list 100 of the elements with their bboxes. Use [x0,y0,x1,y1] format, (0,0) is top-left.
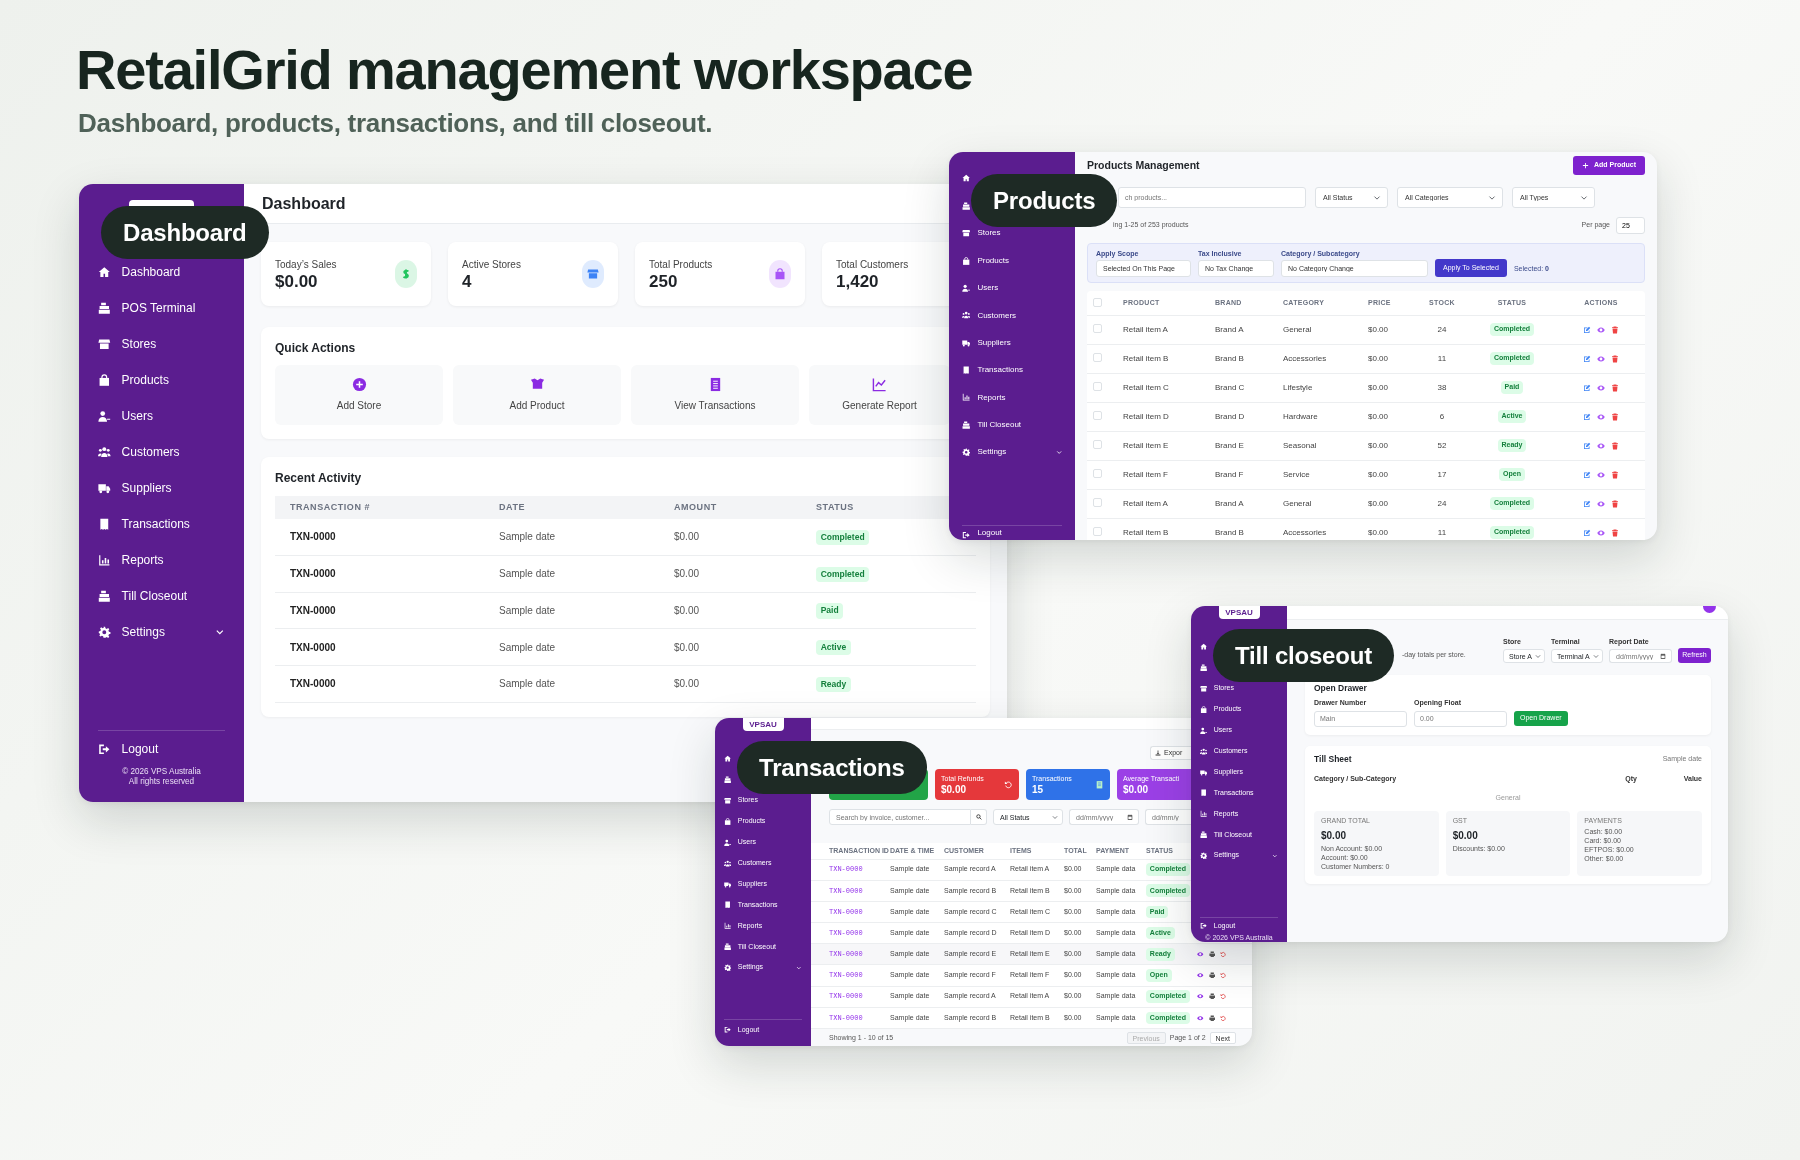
edit-icon[interactable] [1583,528,1591,537]
trash-icon[interactable] [1611,383,1619,392]
row-checkbox[interactable] [1093,323,1102,333]
sidebar-item[interactable]: Suppliers [98,476,225,500]
user-icon [961,284,971,293]
storefront-icon [98,337,111,351]
summary-value: $0.00 [1452,828,1479,843]
printer-icon[interactable] [1208,993,1215,1000]
view-icon[interactable] [1597,383,1605,392]
table-cell: General [1277,489,1362,518]
table-cell: TXN-0000 [275,628,484,666]
printer-icon[interactable] [1208,972,1215,979]
sidebar-item[interactable]: Suppliers [961,336,1063,349]
quick-action-button[interactable]: Add Product [453,365,621,426]
trash-icon[interactable] [1611,354,1619,363]
sidebar-item[interactable]: Reports [961,391,1063,404]
view-icon[interactable] [1597,499,1605,508]
trash-icon[interactable] [1611,441,1619,450]
bag-icon [961,256,971,265]
sidebar-item[interactable]: Customers [961,309,1063,322]
edit-icon[interactable] [1583,383,1591,392]
edit-icon[interactable] [1583,354,1591,363]
table-cell: $0.00 [659,628,801,666]
quick-action-button[interactable]: View Transactions [631,365,799,426]
sidebar-item[interactable]: Stores [98,332,225,356]
stat-value: $0.00 [941,784,968,796]
search-button[interactable] [971,809,987,825]
trash-icon[interactable] [1611,528,1619,537]
quick-action-button[interactable]: Add Store [275,365,443,426]
home-icon [1200,643,1208,651]
row-checkbox[interactable] [1093,497,1102,507]
row-checkbox[interactable] [1093,439,1102,449]
table-cell: Accessories [1277,518,1362,540]
sidebar-item[interactable]: Till Closeout [961,419,1063,432]
table-cell: TXN-0000 [275,592,484,629]
table-cell: 11 [1417,518,1467,540]
sidebar-item[interactable]: Settings [961,446,1063,459]
row-checkbox[interactable] [1093,410,1102,420]
sidebar-item[interactable]: Products [98,368,225,392]
settings-icon [1200,852,1208,860]
quick-action-button[interactable]: Generate Report [809,365,950,426]
undo-icon[interactable] [1220,972,1227,979]
view-icon[interactable] [1597,441,1605,450]
truck-icon [1200,768,1208,776]
sidebar-item[interactable]: Customers [98,440,225,464]
table-cell: Seasonal [1277,431,1362,460]
printer-icon[interactable] [1208,1014,1215,1022]
logout-link[interactable]: Logout [98,736,225,761]
truck-icon [98,481,111,495]
row-checkbox[interactable] [1093,468,1102,478]
edit-icon[interactable] [1583,470,1591,479]
bar-chart-icon [961,393,971,402]
sidebar-item[interactable]: Reports [98,548,225,572]
view-icon[interactable] [1597,325,1605,334]
view-icon[interactable] [1597,528,1605,537]
sidebar-item[interactable]: Stores [961,227,1063,240]
sidebar-item[interactable]: Dashboard [98,260,225,284]
printer-icon[interactable] [1208,951,1215,958]
edit-icon[interactable] [1583,499,1591,508]
trash-icon[interactable] [1611,325,1619,334]
sidebar-item[interactable]: Transactions [98,512,225,536]
edit-icon[interactable] [1583,412,1591,421]
view-icon[interactable] [1597,470,1605,479]
table-cell: $0.00 [1362,315,1417,344]
view-icon[interactable] [1197,1014,1204,1022]
sidebar-item[interactable]: Users [961,282,1063,295]
sidebar-item[interactable]: Users [98,404,225,428]
row-checkbox[interactable] [1093,352,1102,362]
sidebar-item[interactable]: Products [961,254,1063,267]
trash-icon[interactable] [1611,470,1619,479]
table-cell: 24 [1417,315,1467,344]
cash-register-icon [1200,664,1208,672]
view-icon[interactable] [1197,951,1204,958]
stat-label: Total Customers [836,257,909,272]
edit-icon[interactable] [1583,441,1591,450]
cash-register-icon [961,201,971,211]
row-checkbox[interactable] [1093,526,1102,536]
logout-link[interactable]: Logout [961,526,1063,540]
chevron-down-icon [796,964,802,971]
search-icon [975,814,982,820]
edit-icon[interactable] [1583,325,1591,334]
row-checkbox[interactable] [1093,381,1102,391]
table-cell: Brand A [1209,315,1277,344]
view-icon[interactable] [1597,354,1605,363]
select-all-checkbox[interactable] [1093,297,1102,307]
trash-icon[interactable] [1611,499,1619,508]
undo-icon[interactable] [1220,951,1227,958]
view-icon[interactable] [1197,972,1204,979]
sidebar-item[interactable]: Transactions [961,364,1063,377]
undo-icon[interactable] [1220,993,1227,1000]
stat-value: 4 [462,271,473,292]
undo-icon [1004,780,1013,789]
sidebar-item[interactable]: Settings [98,620,225,644]
view-icon[interactable] [1597,412,1605,421]
trash-icon[interactable] [1611,412,1619,421]
users-icon [724,859,732,867]
undo-icon[interactable] [1220,1014,1227,1022]
sidebar-item[interactable]: POS Terminal [98,296,225,320]
view-icon[interactable] [1197,993,1204,1000]
sidebar-item[interactable]: Till Closeout [98,584,225,608]
